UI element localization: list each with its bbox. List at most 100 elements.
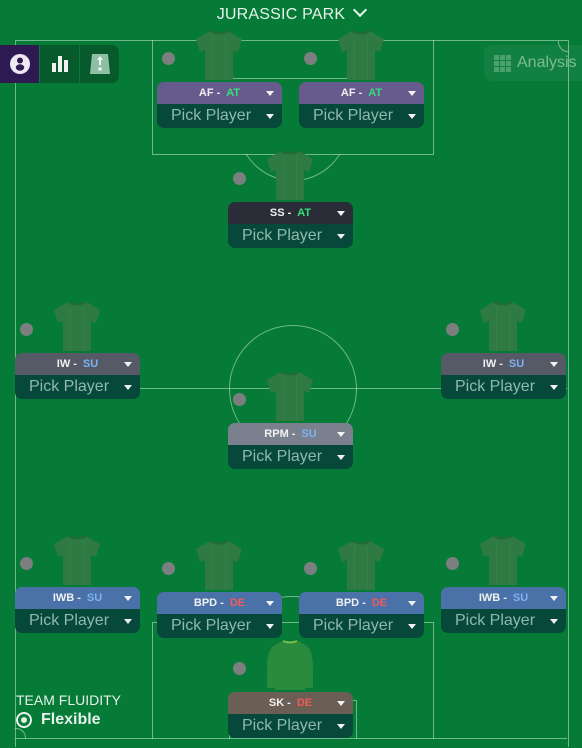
player-marker-dot[interactable] bbox=[233, 662, 246, 675]
pick-player-dropdown[interactable]: Pick Player bbox=[228, 224, 353, 248]
team-selector[interactable]: JURASSIC PARK bbox=[0, 2, 582, 24]
pick-player-dropdown[interactable]: Pick Player bbox=[441, 609, 566, 633]
role-selector[interactable]: BPD - DE bbox=[299, 592, 424, 614]
shirt-icon bbox=[476, 533, 530, 587]
pick-dropdown-icon bbox=[124, 385, 132, 390]
position-card-af-left: AF - AT Pick Player bbox=[157, 82, 282, 128]
pick-player-label: Pick Player bbox=[242, 227, 323, 244]
chevron-down-icon bbox=[353, 2, 368, 18]
shirt-icon bbox=[263, 148, 317, 202]
role-selector[interactable]: IWB - SU bbox=[15, 587, 140, 609]
team-name: JURASSIC PARK bbox=[216, 6, 346, 23]
role-name: IW bbox=[56, 358, 71, 370]
goalkeeper-shirt-icon bbox=[263, 638, 317, 692]
role-separator: - bbox=[77, 592, 81, 604]
role-dropdown-icon bbox=[266, 91, 274, 96]
player-marker-dot[interactable] bbox=[304, 52, 317, 65]
role-separator: - bbox=[73, 358, 77, 370]
pick-player-label: Pick Player bbox=[171, 107, 252, 124]
pick-player-dropdown[interactable]: Pick Player bbox=[157, 614, 282, 638]
shirt-icon bbox=[192, 28, 246, 82]
pick-player-dropdown[interactable]: Pick Player bbox=[299, 614, 424, 638]
analysis-label: Analysis bbox=[517, 54, 577, 71]
player-marker-dot[interactable] bbox=[162, 562, 175, 575]
duty-label: SU bbox=[512, 592, 529, 604]
position-card-iw-left: IW - SU Pick Player bbox=[15, 353, 140, 399]
person-icon bbox=[9, 54, 30, 74]
pick-player-dropdown[interactable]: Pick Player bbox=[15, 375, 140, 399]
pick-dropdown-icon bbox=[408, 114, 416, 119]
pick-player-label: Pick Player bbox=[29, 378, 110, 395]
duty-label: SU bbox=[82, 358, 99, 370]
role-dropdown-icon bbox=[124, 596, 132, 601]
pick-player-dropdown[interactable]: Pick Player bbox=[228, 445, 353, 469]
role-selector[interactable]: SS - AT bbox=[228, 202, 353, 224]
analysis-button[interactable]: Analysis bbox=[484, 45, 582, 81]
role-separator: - bbox=[362, 597, 366, 609]
player-marker-dot[interactable] bbox=[446, 557, 459, 570]
role-name: SS bbox=[269, 207, 285, 219]
position-card-ss: SS - AT Pick Player bbox=[228, 202, 353, 248]
player-view-button[interactable] bbox=[0, 45, 40, 83]
role-name: AF bbox=[340, 87, 356, 99]
shirt-icon bbox=[334, 538, 388, 592]
duty-label: DE bbox=[296, 697, 313, 709]
role-separator: - bbox=[499, 358, 503, 370]
role-dropdown-icon bbox=[266, 601, 274, 606]
pick-player-label: Pick Player bbox=[313, 107, 394, 124]
target-icon bbox=[16, 712, 32, 728]
pick-player-label: Pick Player bbox=[171, 617, 252, 634]
role-selector[interactable]: AF - AT bbox=[299, 82, 424, 104]
role-name: RPM bbox=[264, 428, 289, 440]
player-marker-dot[interactable] bbox=[20, 557, 33, 570]
shirt-icon bbox=[263, 369, 317, 423]
role-selector[interactable]: IW - SU bbox=[15, 353, 140, 375]
pick-player-dropdown[interactable]: Pick Player bbox=[157, 104, 282, 128]
shirt-icon bbox=[50, 533, 104, 587]
pick-player-dropdown[interactable]: Pick Player bbox=[441, 375, 566, 399]
team-fluidity[interactable]: TEAM FLUIDITY Flexible bbox=[16, 692, 121, 729]
role-name: BPD bbox=[335, 597, 360, 609]
pick-player-label: Pick Player bbox=[455, 378, 536, 395]
role-name: AF bbox=[198, 87, 214, 99]
role-selector[interactable]: BPD - DE bbox=[157, 592, 282, 614]
position-card-iwb-left: IWB - SU Pick Player bbox=[15, 587, 140, 633]
player-marker-dot[interactable] bbox=[20, 323, 33, 336]
instructions-view-button[interactable] bbox=[80, 45, 119, 83]
role-selector[interactable]: IW - SU bbox=[441, 353, 566, 375]
pick-player-label: Pick Player bbox=[455, 612, 536, 629]
player-marker-dot[interactable] bbox=[446, 323, 459, 336]
role-dropdown-icon bbox=[408, 91, 416, 96]
role-dropdown-icon bbox=[337, 432, 345, 437]
role-separator: - bbox=[503, 592, 507, 604]
role-selector[interactable]: AF - AT bbox=[157, 82, 282, 104]
role-name: BPD bbox=[193, 597, 218, 609]
duty-label: DE bbox=[371, 597, 388, 609]
pick-player-dropdown[interactable]: Pick Player bbox=[299, 104, 424, 128]
role-separator: - bbox=[291, 428, 296, 440]
shirt-icon bbox=[192, 538, 246, 592]
role-separator: - bbox=[216, 87, 221, 99]
shirt-icon bbox=[334, 28, 388, 82]
role-selector[interactable]: SK - DE bbox=[228, 692, 353, 714]
pick-player-dropdown[interactable]: Pick Player bbox=[15, 609, 140, 633]
player-marker-dot[interactable] bbox=[233, 393, 246, 406]
role-selector[interactable]: IWB - SU bbox=[441, 587, 566, 609]
player-marker-dot[interactable] bbox=[162, 52, 175, 65]
player-marker-dot[interactable] bbox=[233, 172, 246, 185]
duty-label: AT bbox=[297, 207, 312, 219]
pick-player-dropdown[interactable]: Pick Player bbox=[228, 714, 353, 738]
player-marker-dot[interactable] bbox=[304, 562, 317, 575]
position-card-af-right: AF - AT Pick Player bbox=[299, 82, 424, 128]
position-card-iwb-right: IWB - SU Pick Player bbox=[441, 587, 566, 633]
stats-view-button[interactable] bbox=[40, 45, 80, 83]
role-selector[interactable]: RPM - SU bbox=[228, 423, 353, 445]
position-card-rpm: RPM - SU Pick Player bbox=[228, 423, 353, 469]
shirt-icon bbox=[476, 299, 530, 353]
position-card-iw-right: IW - SU Pick Player bbox=[441, 353, 566, 399]
position-card-bpd-right: BPD - DE Pick Player bbox=[299, 592, 424, 638]
duty-label: AT bbox=[368, 87, 383, 99]
role-separator: - bbox=[287, 697, 291, 709]
pick-player-label: Pick Player bbox=[242, 448, 323, 465]
tactic-board-icon bbox=[89, 54, 110, 74]
